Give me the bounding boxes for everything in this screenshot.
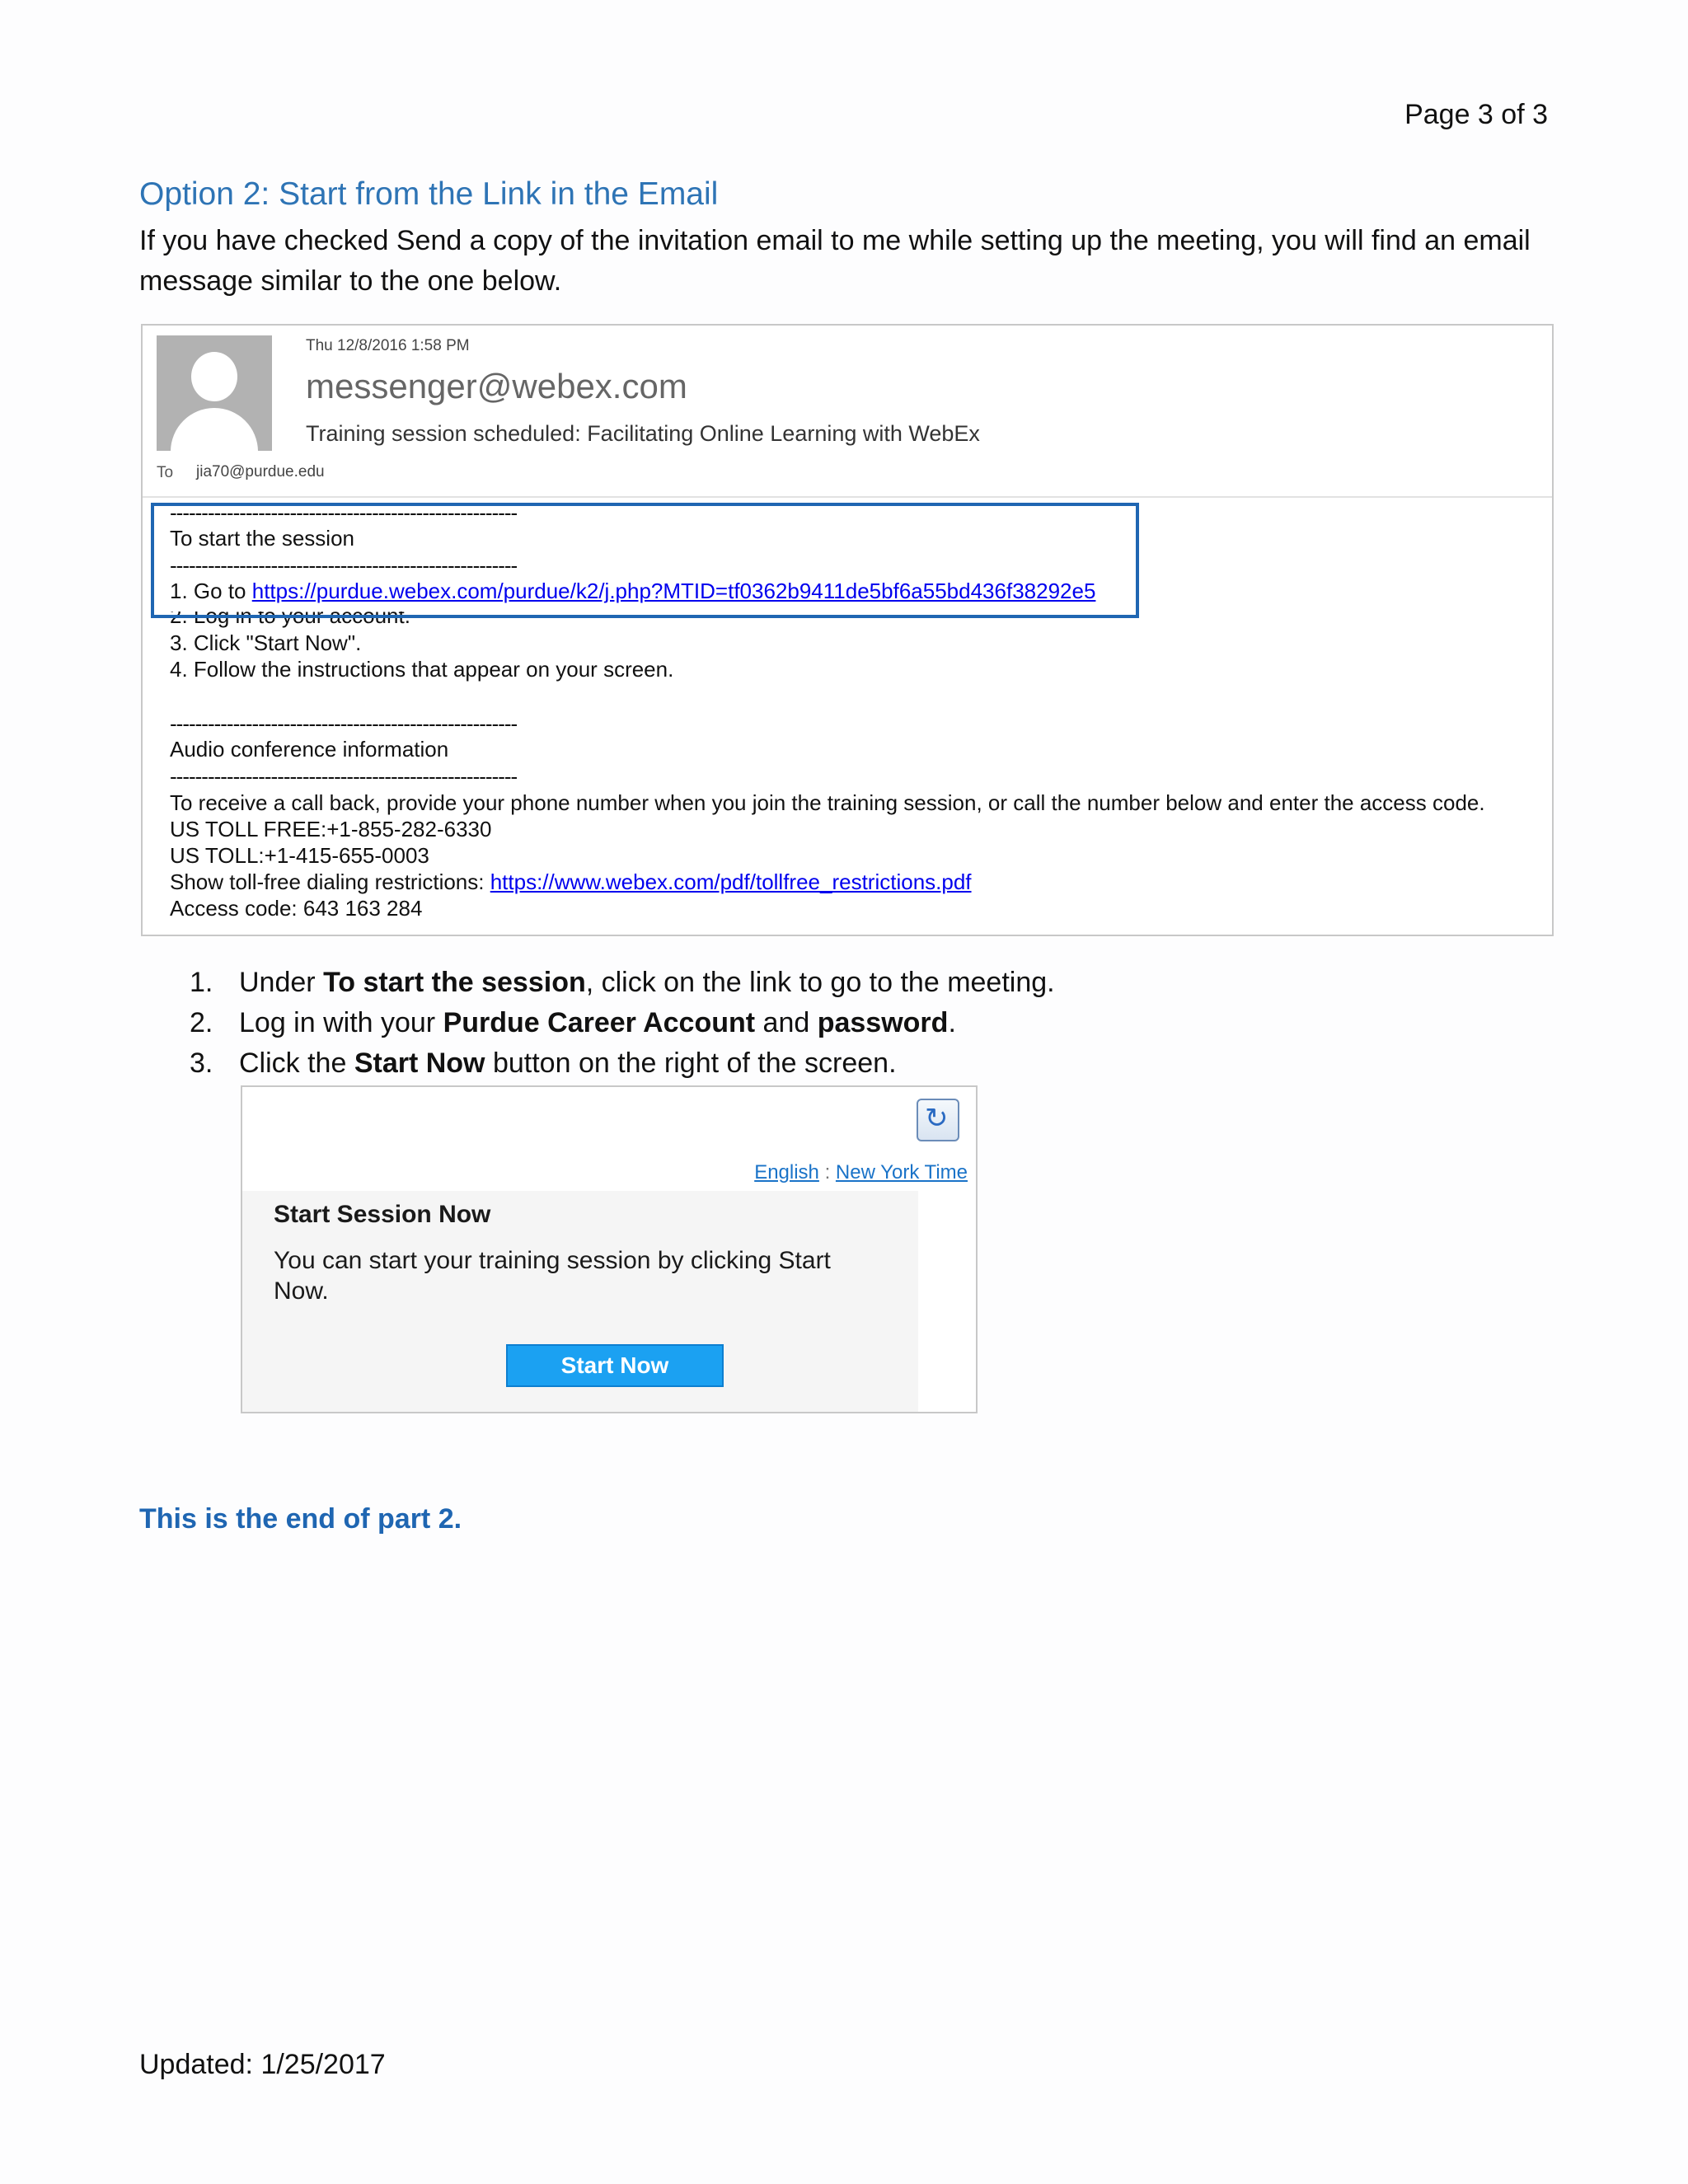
panel-text: You can start your training session by c… bbox=[274, 1247, 831, 1305]
list-text: Log in with your Purdue Career Account a… bbox=[239, 1003, 956, 1043]
step-text: . bbox=[948, 1007, 956, 1038]
email-step-3: 3. Click "Start Now". bbox=[170, 630, 362, 655]
toll-free-number: US TOLL FREE:+1-855-282-6330 bbox=[170, 817, 492, 841]
step-emphasis: Start Now bbox=[354, 1047, 485, 1079]
toll-number: US TOLL:+1-415-655-0003 bbox=[170, 843, 429, 868]
highlight-box bbox=[151, 503, 1139, 618]
restrictions-prefix: Show toll-free dialing restrictions: bbox=[170, 869, 490, 894]
language-link[interactable]: English bbox=[754, 1161, 819, 1183]
list-text: Click the Start Now button on the right … bbox=[239, 1043, 897, 1084]
list-number: 1. bbox=[190, 967, 213, 998]
restrictions-line: Show toll-free dialing restrictions: htt… bbox=[170, 869, 972, 895]
page-number: Page 3 of 3 bbox=[1404, 99, 1548, 130]
step-emphasis: password bbox=[817, 1007, 949, 1038]
separator-line: ----------------------------------------… bbox=[170, 711, 518, 736]
language-timezone: English : New York Time bbox=[754, 1161, 968, 1184]
email-header: Thu 12/8/2016 1:58 PM messenger@webex.co… bbox=[143, 326, 1552, 498]
step-text: , click on the link to go to the meeting… bbox=[585, 967, 1055, 998]
step-text: Log in with your bbox=[239, 1007, 443, 1038]
list-number: 3. bbox=[190, 1047, 213, 1079]
email-recipient: jia70@purdue.edu bbox=[196, 463, 325, 480]
end-note: This is the end of part 2. bbox=[139, 1503, 462, 1535]
panel-title: Start Session Now bbox=[274, 1201, 491, 1228]
email-sender: messenger@webex.com bbox=[306, 367, 687, 405]
refresh-icon[interactable] bbox=[917, 1099, 959, 1141]
lang-separator: : bbox=[818, 1161, 836, 1183]
email-to-label: To bbox=[157, 464, 174, 481]
email-date: Thu 12/8/2016 1:58 PM bbox=[306, 337, 470, 354]
callback-text: To receive a call back, provide your pho… bbox=[170, 790, 1485, 815]
intro-paragraph: If you have checked Send a copy of the i… bbox=[139, 225, 1531, 297]
email-screenshot: Thu 12/8/2016 1:58 PM messenger@webex.co… bbox=[141, 324, 1554, 936]
audio-heading: Audio conference information bbox=[170, 737, 449, 762]
section-title: Option 2: Start from the Link in the Ema… bbox=[139, 176, 719, 212]
separator-line: ----------------------------------------… bbox=[170, 764, 518, 789]
updated-date: Updated: 1/25/2017 bbox=[139, 2049, 386, 2080]
step-text: and bbox=[755, 1007, 818, 1038]
access-code: Access code: 643 163 284 bbox=[170, 896, 423, 921]
start-session-panel: English : New York Time Start Session No… bbox=[241, 1085, 978, 1413]
step-emphasis: Purdue Career Account bbox=[443, 1007, 756, 1038]
email-step-4: 4. Follow the instructions that appear o… bbox=[170, 657, 674, 682]
start-now-button[interactable]: Start Now bbox=[506, 1344, 724, 1387]
panel-body: Start Session Now You can start your tra… bbox=[242, 1191, 918, 1412]
timezone-link[interactable]: New York Time bbox=[836, 1161, 968, 1183]
avatar-icon bbox=[157, 335, 272, 451]
list-text: Under To start the session, click on the… bbox=[239, 963, 1055, 1003]
step-text: Click the bbox=[239, 1047, 354, 1079]
step-text: Under bbox=[239, 967, 324, 998]
email-subject: Training session scheduled: Facilitating… bbox=[306, 421, 980, 446]
step-emphasis: To start the session bbox=[323, 967, 586, 998]
step-text: button on the right of the screen. bbox=[485, 1047, 897, 1079]
list-number: 2. bbox=[190, 1007, 213, 1038]
restrictions-link[interactable]: https://www.webex.com/pdf/tollfree_restr… bbox=[490, 869, 972, 894]
